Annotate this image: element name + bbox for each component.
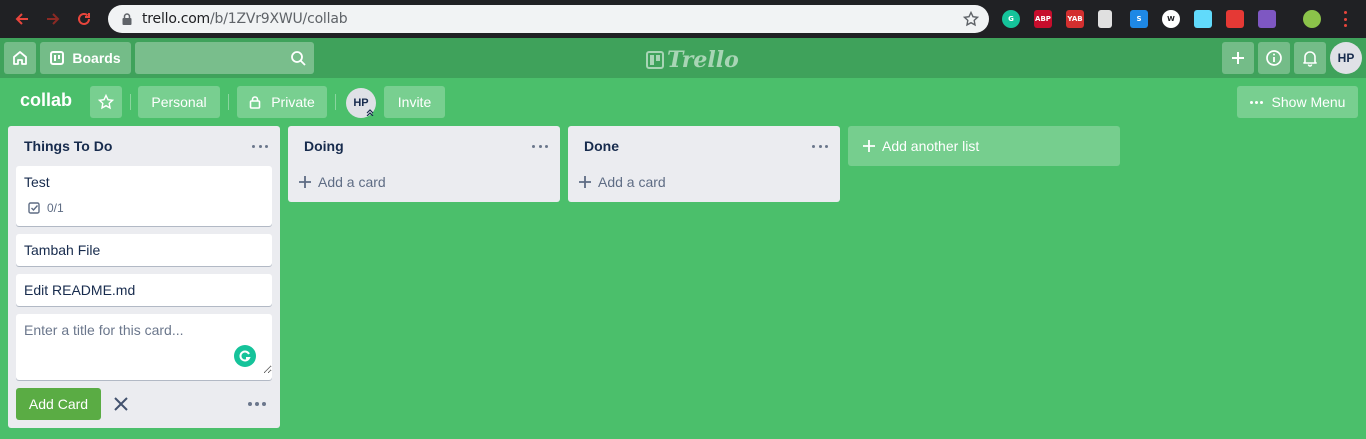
search-input[interactable] [135,42,314,74]
reload-icon[interactable] [73,8,95,30]
checklist-icon [28,202,40,214]
add-list-label: Add another list [882,138,980,154]
forward-icon[interactable] [42,8,64,30]
list-menu-icon[interactable] [252,139,268,153]
boards-label: Boards [72,50,121,66]
add-card-link[interactable]: Add a card [578,174,666,190]
card-title: Tambah File [24,242,101,258]
card[interactable]: Test 0/1 [16,166,272,226]
list-menu-icon[interactable] [532,139,548,153]
boards-button[interactable]: Boards [40,42,131,74]
plus-icon [1232,52,1244,64]
create-button[interactable] [1222,42,1254,74]
lock-icon [249,96,261,109]
add-card-link[interactable]: Add a card [298,174,386,190]
react-devtools-extension-icon[interactable] [1194,10,1212,28]
star-icon [98,94,114,110]
divider [335,94,336,110]
info-icon [1266,50,1282,66]
invite-button[interactable]: Invite [384,86,445,118]
url-path: /b/1ZVr9XWU/collab [210,11,348,27]
profile-extension-icon[interactable] [1303,10,1321,28]
list-menu-icon[interactable] [812,139,828,153]
list-header[interactable]: Doing [288,126,560,166]
admin-chevron-icon [366,109,374,116]
url-host: trello.com [142,11,211,27]
list-header[interactable]: Things To Do [8,126,280,166]
search-icon [291,51,306,66]
more-icon [1249,100,1263,104]
s-extension-icon[interactable]: S [1130,10,1148,28]
add-card-button[interactable]: Add Card [16,388,101,420]
card-title-input[interactable] [16,314,272,374]
purple-extension-icon[interactable] [1258,10,1276,28]
card[interactable]: Edit README.md [16,274,272,306]
divider [130,94,131,110]
plus-icon [299,176,311,188]
add-list-button[interactable]: Add another list [848,126,1120,166]
visibility-button[interactable]: Private [237,86,327,118]
visibility-label: Private [271,94,315,110]
list-things-to-do: Things To Do Test 0/1 Tambah File Edit R… [8,126,280,428]
url-text: trello.com/b/1ZVr9XWU/collab [142,11,348,27]
list-header[interactable]: Done [568,126,840,166]
info-button[interactable] [1258,42,1290,74]
show-menu-label: Show Menu [1271,94,1346,110]
lock-icon [122,13,132,25]
bell-icon [1303,51,1317,67]
plus-icon [863,140,875,152]
list-done: Done Add a card [568,126,840,202]
list-title[interactable]: Done [584,138,619,154]
team-button[interactable]: Personal [138,86,220,118]
user-avatar[interactable]: HP [1330,42,1362,74]
bookmark-star-icon[interactable] [963,11,979,27]
boards-icon [50,51,65,65]
yab-extension-icon[interactable]: YAB [1066,10,1084,28]
document-extension-icon[interactable] [1098,10,1112,28]
add-card-label: Add a card [318,174,386,190]
add-card-label: Add a card [598,174,666,190]
divider [228,94,229,110]
star-board-button[interactable] [90,86,122,118]
list-title[interactable]: Things To Do [24,138,112,154]
trello-logo[interactable]: Trello [646,47,739,73]
home-icon [13,51,27,65]
home-button[interactable] [4,42,36,74]
address-bar[interactable]: trello.com/b/1ZVr9XWU/collab [108,5,989,33]
grammarly-extension-icon[interactable]: G [1002,10,1020,28]
composer-options-icon[interactable] [248,402,266,406]
checklist-count: 0/1 [47,201,64,215]
browser-menu-icon[interactable] [1344,11,1348,27]
card-title: Edit README.md [24,282,136,298]
notifications-button[interactable] [1294,42,1326,74]
list-doing: Doing Add a card [288,126,560,202]
checklist-badge: 0/1 [28,201,64,215]
trello-logo-icon [646,51,664,69]
board-title[interactable]: collab [20,90,72,111]
back-icon[interactable] [11,8,33,30]
show-menu-button[interactable]: Show Menu [1237,86,1358,118]
plus-icon [579,176,591,188]
blocker-extension-icon[interactable] [1226,10,1244,28]
card-composer [16,314,272,380]
adblock-plus-extension-icon[interactable]: ABP [1034,10,1052,28]
grammarly-icon[interactable] [234,345,256,367]
close-icon[interactable] [111,394,131,414]
card[interactable]: Tambah File [16,234,272,266]
trello-logo-text: Trello [667,47,739,73]
card-title: Test [24,174,50,190]
app-header: Boards Trello HP [0,38,1366,78]
list-title[interactable]: Doing [304,138,344,154]
wordpress-extension-icon[interactable]: W [1162,10,1180,28]
